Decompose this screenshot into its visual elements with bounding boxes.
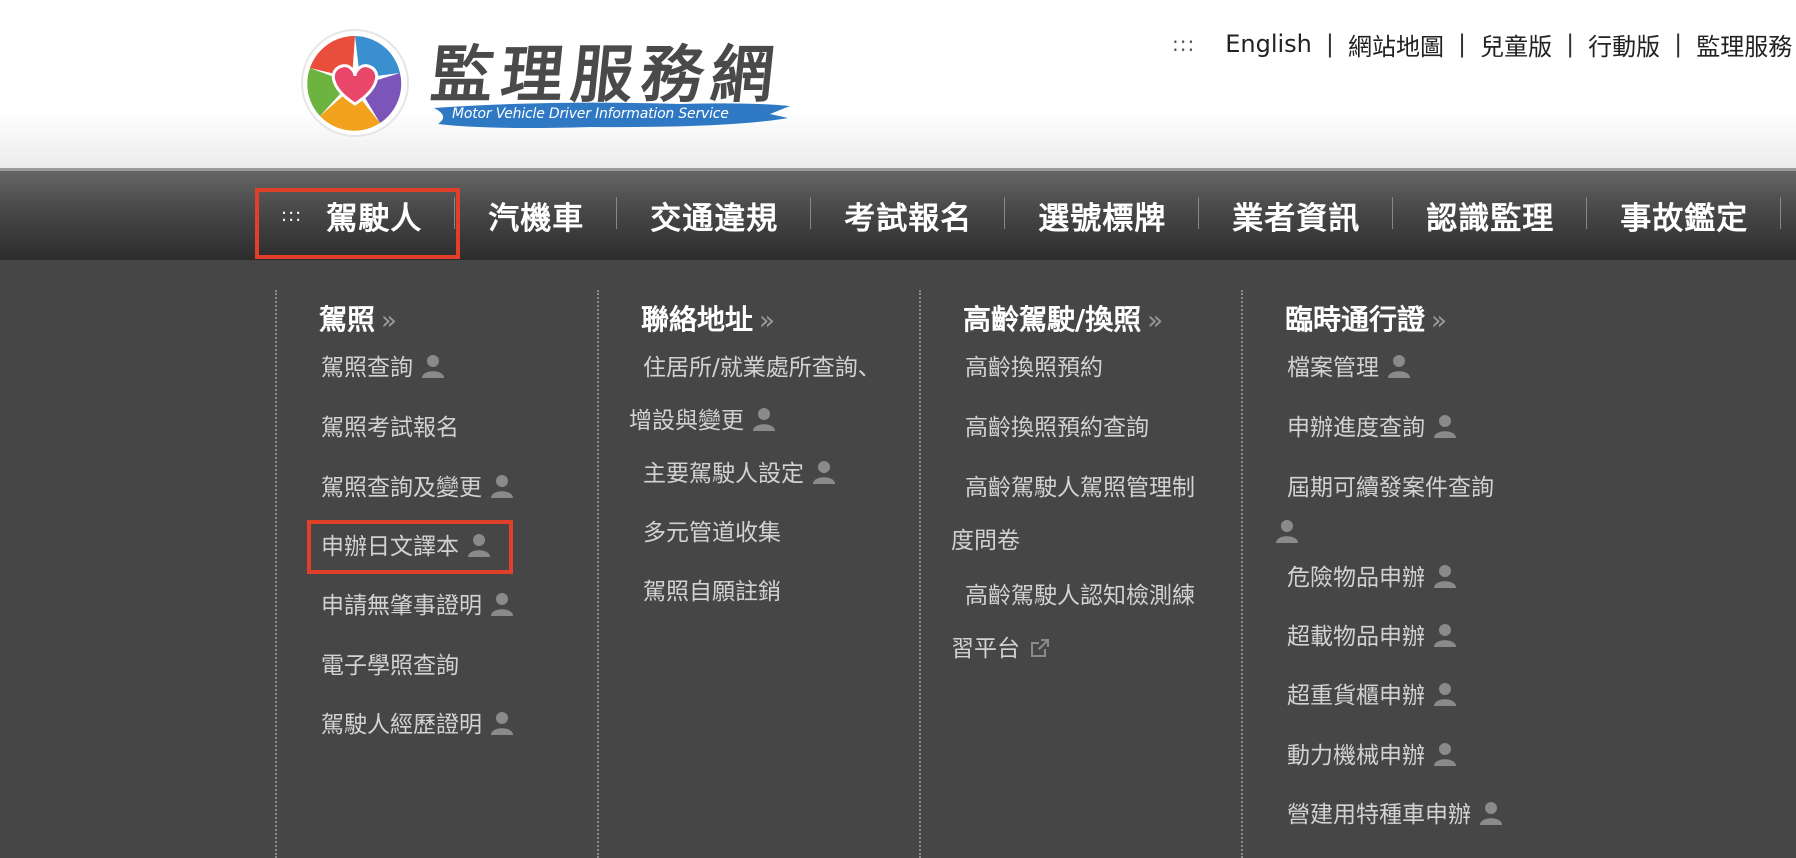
member-icon — [1434, 415, 1456, 438]
active-nav-highlight — [255, 188, 460, 259]
logo-subtitle: Motor Vehicle Driver Information Service — [452, 106, 729, 122]
nav-item-license-plate[interactable]: 選號標牌 — [1005, 193, 1200, 238]
menu-column-senior: 高齡駕駛/換照» 高齡換照預約 高齡換照預約查詢 高齡駕駛人駕照管理制 度問卷 … — [919, 290, 1195, 858]
site-header: 監理服務網 Motor Vehicle Driver Information S… — [0, 0, 1796, 168]
menu-item-cognitive-test-cont[interactable]: 習平台 — [951, 633, 1052, 665]
menu-item-license-query[interactable]: 駕照查詢 — [321, 352, 445, 384]
member-icon — [1434, 683, 1456, 706]
col-title-license[interactable]: 駕照» — [319, 298, 397, 338]
link-english[interactable]: English — [1225, 30, 1312, 58]
menu-item-senior-renewal-query[interactable]: 高齡換照預約查詢 — [965, 412, 1149, 444]
chevron-right-icon: » — [381, 306, 397, 336]
menu-item-senior-renewal[interactable]: 高齡換照預約 — [965, 352, 1103, 384]
member-icon — [491, 475, 513, 498]
chevron-right-icon: » — [1431, 306, 1447, 336]
menu-item-cognitive-test[interactable]: 高齡駕駛人認知檢測練 — [965, 580, 1195, 612]
menu-item-senior-survey-cont[interactable]: 度問卷 — [951, 525, 1020, 557]
logo-emblem-icon — [301, 29, 409, 137]
menu-item-residence-query[interactable]: 住居所/就業處所查詢、 — [643, 352, 881, 384]
menu-item-progress-query[interactable]: 申辦進度查詢 — [1287, 412, 1457, 444]
link-sitemap[interactable]: 網站地圖 — [1348, 27, 1444, 62]
menu-item-dangerous-goods[interactable]: 危險物品申辦 — [1287, 562, 1457, 594]
nav-item-business-info[interactable]: 業者資訊 — [1199, 193, 1394, 238]
menu-item-power-machinery[interactable]: 動力機械申辦 — [1287, 740, 1457, 772]
link-service-station[interactable]: 監理服務 — [1696, 27, 1792, 62]
menu-item-driver-history[interactable]: 駕駛人經歷證明 — [321, 709, 514, 741]
menu-item-no-accident-certificate[interactable]: 申請無肇事證明 — [321, 590, 514, 622]
member-icon — [1276, 520, 1298, 543]
member-icon — [422, 355, 444, 378]
member-icon — [491, 712, 513, 735]
member-icon — [1434, 743, 1456, 766]
member-icon — [753, 408, 775, 431]
menu-column-temp-permit: 臨時通行證» 檔案管理 申辦進度查詢 屆期可續發案件查詢 危險物品申辦 超載物品… — [1241, 290, 1502, 858]
menu-item-primary-driver[interactable]: 主要駕駛人設定 — [643, 458, 836, 490]
header-accesskey[interactable]: ::: — [1172, 32, 1195, 56]
menu-item-senior-survey[interactable]: 高齡駕駛人駕照管理制 — [965, 472, 1195, 504]
menu-item-construction-vehicle[interactable]: 營建用特種車申辦 — [1287, 799, 1503, 831]
chevron-right-icon: » — [1147, 306, 1164, 336]
member-icon — [1434, 624, 1456, 647]
menu-item-voluntary-cancel[interactable]: 駕照自願註銷 — [643, 576, 781, 608]
menu-item-overload-goods[interactable]: 超載物品申辦 — [1287, 621, 1457, 653]
menu-item-residence-query-cont[interactable]: 增設與變更 — [629, 405, 776, 437]
external-link-icon — [1031, 639, 1049, 657]
menu-item-overweight-container[interactable]: 超重貨櫃申辦 — [1287, 680, 1457, 712]
member-icon — [491, 593, 513, 616]
nav-item-vehicle[interactable]: 汽機車 — [455, 193, 618, 238]
link-kids-version[interactable]: 兒童版 — [1480, 27, 1552, 62]
col-title-temp-permit[interactable]: 臨時通行證» — [1285, 298, 1447, 338]
menu-item-license-query-change[interactable]: 駕照查詢及變更 — [321, 472, 514, 504]
col-title-senior[interactable]: 高齡駕駛/換照» — [963, 298, 1163, 338]
nav-item-accident-appraisal[interactable]: 事故鑑定 — [1587, 193, 1782, 238]
link-mobile-version[interactable]: 行動版 — [1588, 27, 1660, 62]
member-icon — [1434, 565, 1456, 588]
menu-item-e-learner-permit[interactable]: 電子學照查詢 — [321, 650, 459, 682]
menu-item-renewable-query[interactable]: 屆期可續發案件查詢 — [1287, 472, 1494, 504]
nav-item-traffic-violation[interactable]: 交通違規 — [617, 193, 812, 238]
menu-item-multi-channel[interactable]: 多元管道收集 — [643, 517, 781, 549]
menu-column-license: 駕照» 駕照查詢 駕照考試報名 駕照查詢及變更 申辦日文譯本 申請無肇事證明 電… — [275, 290, 513, 858]
chevron-right-icon: » — [759, 306, 775, 336]
menu-item-license-exam-registration[interactable]: 駕照考試報名 — [321, 412, 459, 444]
menu-item-file-management[interactable]: 檔案管理 — [1287, 352, 1411, 384]
site-logo[interactable]: 監理服務網 Motor Vehicle Driver Information S… — [300, 24, 800, 142]
menu-column-address: 聯絡地址» 住居所/就業處所查詢、 增設與變更 主要駕駛人設定 多元管道收集 駕… — [597, 290, 881, 858]
selected-item-highlight — [307, 520, 513, 574]
member-icon — [1388, 355, 1410, 378]
utility-links: ::: English | 網站地圖 | 兒童版 | 行動版 | 監理服務 — [1172, 26, 1792, 62]
member-icon — [813, 461, 835, 484]
nav-item-exam-registration[interactable]: 考試報名 — [811, 193, 1006, 238]
nav-item-about[interactable]: 認識監理 — [1393, 193, 1588, 238]
member-icon — [1480, 802, 1502, 825]
col-title-address[interactable]: 聯絡地址» — [641, 298, 775, 338]
